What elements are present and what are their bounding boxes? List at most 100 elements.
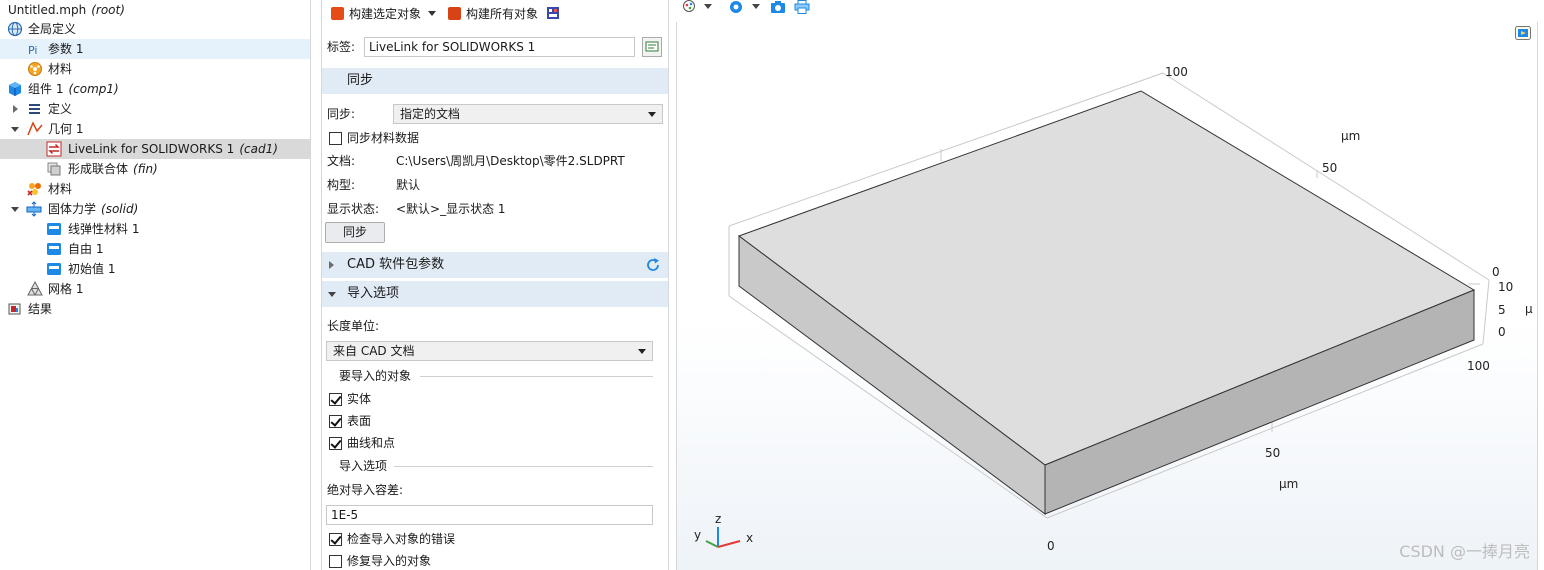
checkbox-label: 修复导入的对象 <box>347 554 432 568</box>
configuration-value: 默认 <box>396 178 421 192</box>
scene-light-icon[interactable] <box>682 0 698 14</box>
collapse-arrow-icon[interactable] <box>328 292 336 297</box>
display-state-caption: 显示状态: <box>327 202 380 216</box>
checkbox-box[interactable] <box>329 437 342 450</box>
slab-top-face <box>737 90 1476 466</box>
tick-label: 0 <box>1498 325 1506 339</box>
solids-checkbox[interactable]: 实体 <box>329 389 529 409</box>
viewport-settings-icon[interactable] <box>1515 26 1531 40</box>
globe-icon <box>7 21 23 37</box>
checkbox-label: 同步材料数据 <box>347 131 420 145</box>
section-title: CAD 软件包参数 <box>347 257 445 272</box>
abs-tolerance-input[interactable]: 1E-5 <box>326 505 653 525</box>
axis-unit-label: μm <box>1341 129 1360 143</box>
curves-points-checkbox[interactable]: 曲线和点 <box>329 433 529 453</box>
surfaces-checkbox[interactable]: 表面 <box>329 411 529 431</box>
label-input[interactable]: LiveLink for SOLIDWORKS 1 <box>364 37 635 57</box>
repair-objects-checkbox[interactable]: 修复导入的对象 <box>329 551 629 570</box>
group-divider <box>420 376 653 377</box>
build-selected-icon <box>331 7 344 20</box>
dropdown-arrow-icon[interactable] <box>752 4 760 9</box>
sync-caption: 同步: <box>327 107 356 121</box>
tree-item-tag: (comp1) <box>68 82 119 96</box>
section-title: 同步 <box>347 73 374 88</box>
screenshot-camera-icon[interactable] <box>770 0 786 14</box>
initial-values-icon <box>47 263 61 275</box>
y-axis-label: y <box>694 528 701 542</box>
build-selected-label: 构建选定对象 <box>349 7 422 21</box>
geometry-icon <box>27 121 43 136</box>
results-icon <box>8 303 21 315</box>
display-state-value: <默认>_显示状态 1 <box>396 202 506 216</box>
tree-hover-highlight <box>0 39 310 59</box>
length-unit-select[interactable]: 来自 CAD 文档 <box>326 341 653 361</box>
tree-item-label: 几何 1 <box>48 122 84 136</box>
form-union-icon <box>47 162 61 176</box>
collapse-arrow-icon[interactable] <box>11 207 19 212</box>
collapse-arrow-icon[interactable] <box>11 127 19 132</box>
checkbox-label: 实体 <box>347 392 372 406</box>
checkbox-box[interactable] <box>329 132 342 145</box>
build-selected-button[interactable]: 构建选定对象 <box>331 5 421 23</box>
dropdown-arrow-icon[interactable] <box>704 4 712 9</box>
tree-item-tag: (fin) <box>133 162 158 176</box>
graphics-window: 100 μm 50 0 10 5 μ 0 100 50 μm 0 z y x C… <box>676 0 1544 570</box>
model-builder-tree: Untitled.mph (root) 全局定义 Pi 参数 1 材料 组件 1 (… <box>0 0 311 570</box>
checkbox-box[interactable] <box>329 415 342 428</box>
tree-item-label: 全局定义 <box>28 22 77 36</box>
axis-unit-label: μm <box>1279 477 1298 491</box>
chevron-down-icon <box>648 112 656 117</box>
sync-material-checkbox[interactable]: 同步材料数据 <box>329 128 629 148</box>
build-all-button[interactable]: 构建所有对象 <box>448 5 538 23</box>
checkbox-label: 检查导入对象的错误 <box>347 532 456 546</box>
checkbox-label: 表面 <box>347 414 372 428</box>
tick-label: 10 <box>1498 280 1513 294</box>
sync-select[interactable]: 指定的文档 <box>393 104 663 124</box>
checkbox-box[interactable] <box>329 555 342 568</box>
objects-group-title: 要导入的对象 <box>339 369 412 383</box>
tick-label: 50 <box>1322 161 1337 175</box>
import-options-section-header[interactable]: 导入选项 <box>322 281 668 307</box>
camera-view-icon[interactable] <box>728 0 744 14</box>
expand-arrow-icon[interactable] <box>329 261 334 269</box>
check-errors-checkbox[interactable]: 检查导入对象的错误 <box>329 529 629 549</box>
axis-triad: z y x <box>694 512 753 548</box>
tree-item-label: 网格 1 <box>48 282 84 296</box>
document-caption: 文档: <box>327 154 356 168</box>
configuration-caption: 构型: <box>327 178 356 192</box>
expand-arrow-icon[interactable] <box>13 105 18 113</box>
tree-item-tag: (root) <box>91 3 125 17</box>
print-icon[interactable] <box>794 0 810 14</box>
materials-icon <box>27 183 41 196</box>
tick-label: 0 <box>1047 539 1055 553</box>
tree-item-tag: (solid) <box>101 202 139 216</box>
mesh-icon <box>27 281 43 296</box>
sync-button[interactable]: 同步 <box>325 222 385 243</box>
label-caption: 标签: <box>327 40 356 54</box>
z-axis-label: z <box>715 512 721 526</box>
notes-icon[interactable] <box>642 37 662 57</box>
refresh-icon[interactable] <box>645 257 661 273</box>
tick-label: 100 <box>1467 359 1490 373</box>
tick-label: 5 <box>1498 303 1506 317</box>
settings-panel: 构建选定对象 构建所有对象 标签: LiveLink for SOLIDWORK… <box>321 0 669 570</box>
parameter-icon: Pi <box>28 44 37 57</box>
tree-item-label: 形成联合体 <box>68 162 129 176</box>
dropdown-arrow-icon[interactable] <box>428 11 436 16</box>
3d-scene[interactable]: 100 μm 50 0 10 5 μ 0 100 50 μm 0 z y x <box>677 22 1539 570</box>
group-divider <box>394 466 653 467</box>
build-preceding-icon[interactable] <box>546 6 560 20</box>
tree-item-label: 材料 <box>48 62 73 76</box>
tree-item-label: 固体力学 <box>48 202 97 216</box>
length-unit-select-value: 来自 CAD 文档 <box>333 344 415 358</box>
boundary-feature-icon <box>47 243 61 255</box>
cad-params-section-header[interactable]: CAD 软件包参数 <box>322 252 668 278</box>
sync-section-header[interactable]: 同步 <box>322 68 668 94</box>
tree-item-label: 定义 <box>48 102 73 116</box>
checkbox-box[interactable] <box>329 393 342 406</box>
build-all-icon <box>448 7 461 20</box>
tick-label: 100 <box>1165 65 1188 79</box>
3d-viewport[interactable]: 100 μm 50 0 10 5 μ 0 100 50 μm 0 z y x <box>676 22 1538 570</box>
svg-text:Pi: Pi <box>28 44 37 57</box>
checkbox-box[interactable] <box>329 533 342 546</box>
